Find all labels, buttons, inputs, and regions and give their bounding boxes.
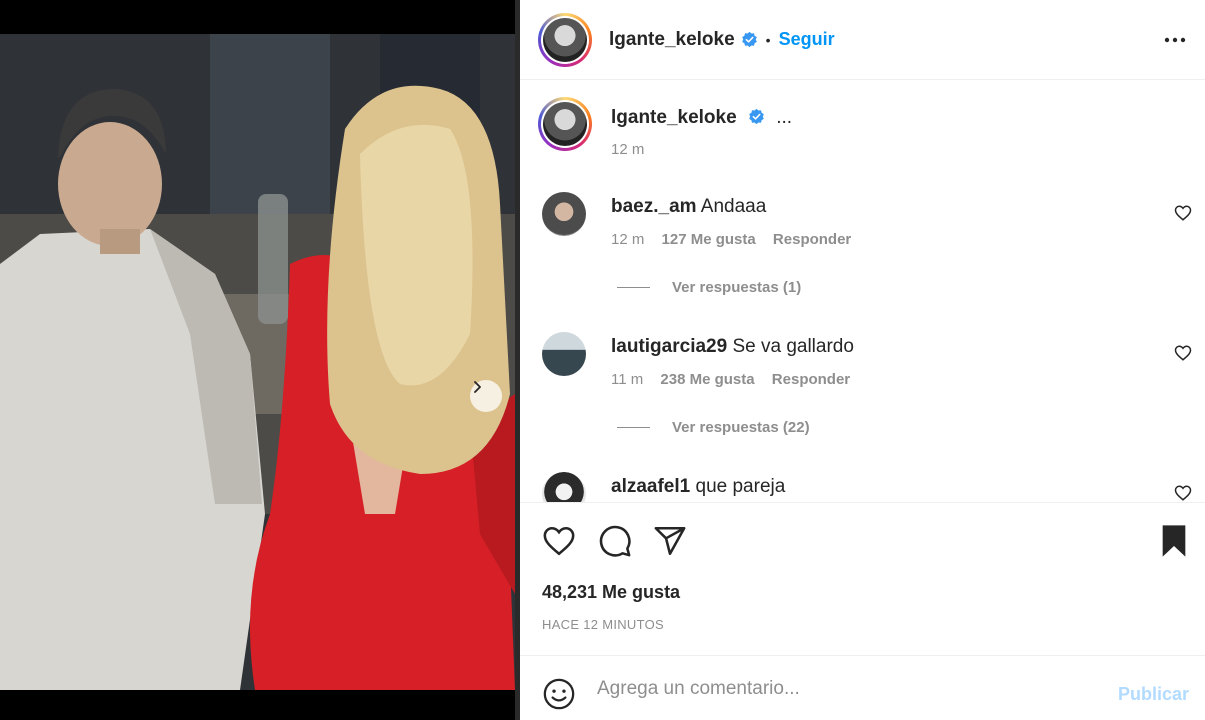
comment-input[interactable] — [597, 675, 1077, 703]
comment-composer: Publicar — [520, 657, 1205, 720]
heart-icon[interactable] — [1174, 204, 1192, 222]
view-replies-label: Ver respuestas (22) — [672, 419, 810, 436]
reply-button[interactable]: Responder — [773, 231, 851, 248]
emoji-icon[interactable] — [542, 677, 576, 711]
caption-username[interactable]: lgante_keloke — [611, 107, 737, 128]
chevron-right-icon — [474, 381, 481, 393]
commenter-avatar[interactable] — [542, 192, 586, 236]
caption: lgante_keloke ... 12 m — [538, 97, 792, 158]
like-heart-icon[interactable] — [542, 524, 576, 558]
commenter-avatar[interactable] — [542, 472, 586, 502]
verified-icon — [749, 108, 764, 125]
post-details-panel: lgante_keloke • Seguir lgante_keloke ...… — [520, 0, 1205, 720]
post-actions: 48,231 Me gusta HACE 12 MINUTOS — [520, 502, 1205, 656]
comment-text: que pareja — [695, 476, 786, 497]
commenter-username[interactable]: lautigarcia29 — [611, 336, 727, 357]
post-header: lgante_keloke • Seguir — [520, 0, 1205, 80]
comment-icon[interactable] — [598, 524, 632, 558]
share-icon[interactable] — [653, 524, 687, 558]
caption-text: ... — [776, 107, 793, 128]
reply-button[interactable]: Responder — [772, 371, 850, 388]
commenter-username[interactable]: baez._am — [611, 196, 697, 217]
commenter-username[interactable]: alzaafel1 — [611, 476, 690, 497]
caption-time: 12 m — [611, 141, 645, 158]
comments-list[interactable]: lgante_keloke ... 12 m baez._am Andaaa 1… — [520, 81, 1205, 502]
view-replies-label: Ver respuestas (1) — [672, 279, 802, 296]
author-username[interactable]: lgante_keloke — [609, 29, 735, 51]
likes-count[interactable]: 48,231 Me gusta — [542, 582, 680, 603]
heart-icon[interactable] — [1174, 344, 1192, 362]
comment-time: 11 m — [611, 371, 644, 388]
comment-time: 12 m — [611, 231, 645, 248]
post-photo[interactable] — [0, 34, 515, 690]
post-timestamp: HACE 12 MINUTOS — [542, 617, 665, 632]
media-viewer — [0, 0, 515, 720]
verified-icon — [741, 31, 757, 48]
author-avatar[interactable] — [538, 12, 592, 67]
more-options-icon[interactable] — [1163, 28, 1187, 52]
header-separator: • — [765, 31, 771, 48]
heart-icon[interactable] — [1174, 484, 1192, 502]
view-replies-button[interactable]: Ver respuestas (22) — [617, 419, 810, 436]
comment-likes[interactable]: 238 Me gusta — [660, 371, 754, 388]
caption-avatar[interactable] — [538, 97, 592, 151]
view-replies-button[interactable]: Ver respuestas (1) — [617, 279, 801, 296]
comment-text: Se va gallardo — [732, 336, 854, 357]
follow-button[interactable]: Seguir — [779, 29, 835, 50]
comment-likes[interactable]: 127 Me gusta — [662, 231, 756, 248]
commenter-avatar[interactable] — [542, 332, 586, 376]
next-photo-button[interactable] — [470, 380, 502, 412]
publish-button[interactable]: Publicar — [1118, 684, 1189, 705]
comment-text: Andaaa — [700, 196, 767, 217]
bookmark-icon[interactable] — [1159, 524, 1189, 558]
